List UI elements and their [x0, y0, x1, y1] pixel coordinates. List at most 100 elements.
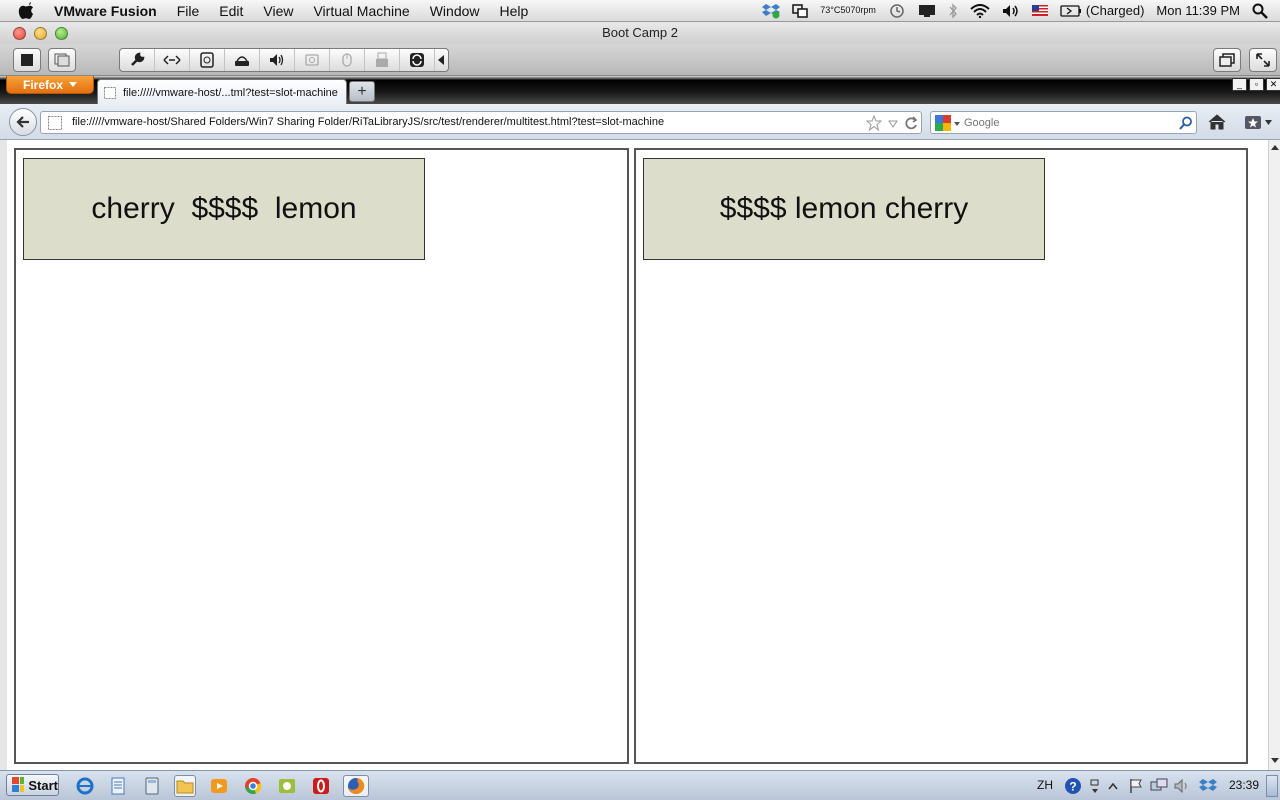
calculator-icon[interactable] — [141, 775, 163, 797]
url-text[interactable]: file://///vmware-host/Shared Folders/Win… — [72, 116, 664, 128]
menu-edit[interactable]: Edit — [209, 3, 253, 19]
usb-mouse-icon[interactable] — [330, 49, 365, 71]
opera-icon[interactable] — [310, 775, 332, 797]
close-icon[interactable]: ✕ — [1266, 78, 1280, 91]
search-input[interactable] — [964, 115, 1164, 131]
right-pane: $$$$ lemon cherry — [634, 148, 1248, 764]
show-desktop-button[interactable] — [1266, 775, 1278, 797]
close-window-button[interactable] — [13, 27, 26, 40]
bookmark-star-icon[interactable] — [866, 115, 882, 131]
vm-window-titlebar: Boot Camp 2 — [0, 22, 1280, 44]
chrome-icon[interactable] — [242, 775, 264, 797]
history-dropdown-icon[interactable] — [888, 120, 898, 128]
firefox-menu-button[interactable]: Firefox — [6, 76, 94, 94]
minimize-window-button[interactable] — [34, 27, 47, 40]
language-options-icon[interactable] — [1088, 775, 1102, 797]
google-search-engine-icon[interactable] — [935, 115, 951, 131]
bluetooth-icon[interactable] — [948, 0, 958, 22]
fan-speed-text: 5070rpm — [840, 5, 876, 15]
windows-switch-icon[interactable] — [792, 0, 808, 22]
menu-virtual-machine[interactable]: Virtual Machine — [303, 3, 419, 19]
cd-drive-icon[interactable] — [225, 49, 260, 71]
firefox-menu-label: Firefox — [22, 77, 63, 92]
scroll-up-arrow-icon[interactable] — [1270, 143, 1280, 151]
windows-logo-icon — [12, 777, 25, 792]
fullscreen-button[interactable] — [1249, 48, 1277, 72]
app-menu[interactable]: VMware Fusion — [54, 3, 167, 19]
browser-content: cherry $$$$ lemon $$$$ lemon cherry — [0, 140, 1280, 770]
battery-status[interactable]: (Charged) — [1060, 0, 1145, 22]
home-icon — [1208, 114, 1226, 130]
dropbox-tray-icon[interactable] — [1197, 775, 1219, 797]
wifi-icon[interactable] — [970, 0, 990, 22]
bookmarks-icon — [1245, 116, 1261, 129]
scroll-down-arrow-icon[interactable] — [1270, 757, 1280, 765]
menubar-clock[interactable]: Mon 11:39 PM — [1156, 0, 1240, 22]
page-icon — [104, 86, 116, 99]
dropbox-icon[interactable] — [762, 0, 781, 22]
tab-title: file://///vmware-host/...tml?test=slot-m… — [123, 86, 338, 99]
unity-view-button[interactable] — [1213, 48, 1241, 72]
battery-text: (Charged) — [1085, 3, 1145, 18]
temperature-text: 73°C — [820, 5, 841, 15]
camera-icon[interactable] — [295, 49, 330, 71]
taskbar-clock[interactable]: 23:39 — [1229, 778, 1259, 792]
time-machine-icon[interactable] — [888, 0, 906, 22]
browser-tab-active[interactable]: file://///vmware-host/...tml?test=slot-m… — [97, 79, 347, 105]
vertical-scrollbar[interactable] — [1268, 140, 1280, 770]
back-button[interactable] — [9, 108, 37, 136]
new-tab-button[interactable]: + — [349, 81, 375, 102]
windows-taskbar: Start ZH ? 23:39 — [0, 770, 1280, 800]
volume-icon[interactable] — [1002, 0, 1020, 22]
show-hidden-icons-icon[interactable] — [1106, 775, 1120, 797]
windows-explorer-icon[interactable] — [174, 775, 196, 797]
vm-window-title: Boot Camp 2 — [602, 25, 678, 40]
temperature-readout[interactable]: 73°C 5070rpm — [820, 0, 876, 22]
display-mirroring-icon[interactable] — [918, 0, 936, 22]
site-identity-icon[interactable] — [48, 116, 62, 130]
spotlight-search-icon[interactable] — [1252, 0, 1268, 22]
slot-machine-reel-right: $$$$ lemon cherry — [643, 158, 1045, 260]
reload-icon[interactable] — [904, 116, 918, 130]
search-bar[interactable] — [930, 111, 1197, 134]
firefox-tabbar: Firefox file://///vmware-host/...tml?tes… — [0, 76, 1280, 105]
network-icon[interactable] — [155, 49, 190, 71]
network-tray-icon[interactable] — [1148, 775, 1170, 797]
media-player-icon[interactable] — [208, 775, 230, 797]
menubar-status-area: 73°C 5070rpm (Charged) Mon 11:39 PM — [756, 0, 1280, 22]
us-flag-icon[interactable] — [1031, 0, 1048, 22]
input-language-indicator[interactable]: ZH — [1037, 778, 1053, 792]
firefox-taskbar-icon[interactable] — [343, 775, 369, 797]
usb-device-icon[interactable] — [365, 49, 400, 71]
toolbar-collapse-icon[interactable] — [435, 49, 447, 71]
action-center-flag-icon[interactable] — [1125, 775, 1147, 797]
svg-text:?: ? — [1069, 780, 1076, 794]
volume-tray-icon[interactable] — [1172, 775, 1194, 797]
restore-icon[interactable]: ▫ — [1249, 78, 1264, 91]
menu-file[interactable]: File — [167, 3, 210, 19]
snapshot-button[interactable] — [48, 48, 76, 72]
menu-window[interactable]: Window — [420, 3, 490, 19]
apple-menu-icon[interactable] — [18, 1, 42, 20]
start-label: Start — [28, 777, 58, 793]
search-magnifier-icon[interactable] — [1179, 116, 1193, 130]
zoom-window-button[interactable] — [55, 27, 68, 40]
bookmarks-menu-button[interactable] — [1238, 110, 1278, 134]
sound-icon[interactable] — [260, 49, 295, 71]
vm-toolbar — [0, 44, 1280, 76]
url-bar[interactable]: file://///vmware-host/Shared Folders/Win… — [40, 111, 922, 134]
minimize-icon[interactable]: _ — [1232, 78, 1247, 91]
notepad-icon[interactable] — [107, 775, 129, 797]
app-launcher-icon[interactable] — [276, 775, 298, 797]
internet-explorer-icon[interactable] — [74, 775, 96, 797]
settings-wrench-icon[interactable] — [120, 49, 155, 71]
menu-view[interactable]: View — [253, 3, 303, 19]
help-icon[interactable]: ? — [1062, 775, 1084, 797]
chevron-down-icon — [954, 122, 960, 126]
home-button[interactable] — [1203, 110, 1231, 134]
menu-help[interactable]: Help — [490, 3, 539, 19]
sync-icon[interactable] — [400, 49, 435, 71]
stop-vm-button[interactable] — [13, 48, 41, 72]
hard-disk-icon[interactable] — [190, 49, 225, 71]
start-button[interactable]: Start — [6, 774, 59, 796]
